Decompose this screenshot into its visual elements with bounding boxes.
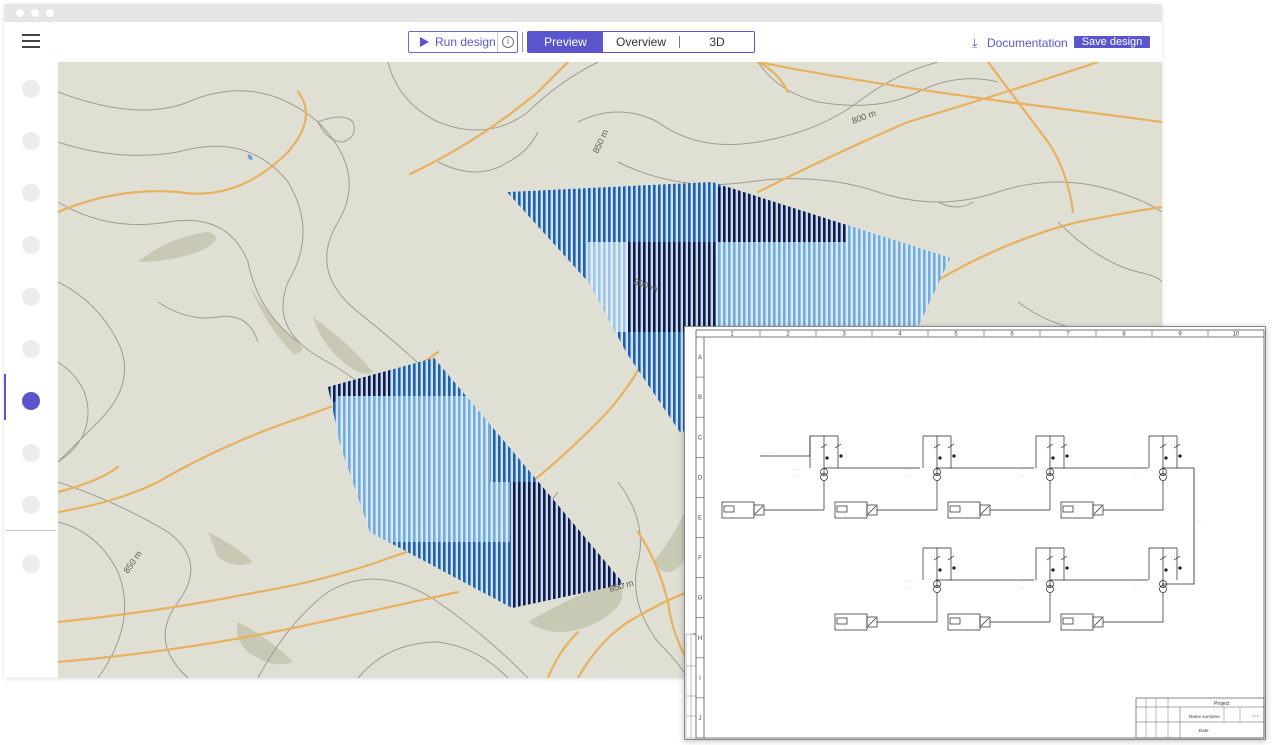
left-sidebar xyxy=(4,62,58,678)
sidebar-item-1[interactable] xyxy=(22,80,40,98)
svg-text:·········: ········· xyxy=(1019,580,1027,583)
sidebar-item-3[interactable] xyxy=(22,184,40,202)
svg-text:·········: ········· xyxy=(1194,520,1202,523)
row-label: A xyxy=(698,355,702,361)
sidebar-item-2[interactable] xyxy=(22,132,40,150)
play-icon xyxy=(420,37,429,47)
row-label: J xyxy=(699,716,702,722)
title-block-date: Date xyxy=(1199,728,1209,733)
water-body xyxy=(247,154,253,160)
svg-text:······: ······ xyxy=(1132,586,1137,589)
run-info-button[interactable]: i xyxy=(497,32,518,52)
download-icon: ⤓ xyxy=(972,36,978,50)
row-label: B xyxy=(698,395,702,401)
run-design-button[interactable]: Run design xyxy=(409,32,497,52)
title-bar xyxy=(4,4,1162,22)
svg-text:······: ······ xyxy=(1019,586,1024,589)
svg-text:·········: ········· xyxy=(1132,468,1140,471)
sidebar-divider xyxy=(6,530,56,531)
window-maximize-dot[interactable] xyxy=(46,9,54,17)
row-label: C xyxy=(698,435,703,441)
single-line-diagram: 1 2 3 4 5 6 7 8 9 10 ABCDEFGHIJ ·················… xyxy=(684,326,1266,740)
row-label: H xyxy=(698,636,702,642)
run-design-label: Run design xyxy=(435,35,496,49)
svg-text:······: ······ xyxy=(793,474,798,477)
svg-text:·········: ········· xyxy=(1019,468,1027,471)
top-toolbar: Run design i Preview Overview 3D ⤓ Docum… xyxy=(4,22,1162,63)
sidebar-item-9[interactable] xyxy=(22,496,40,514)
menu-icon[interactable] xyxy=(22,34,40,48)
row-label: E xyxy=(698,515,702,521)
contour-label: 850 m xyxy=(591,128,611,155)
row-label: G xyxy=(698,596,703,602)
sidebar-item-8[interactable] xyxy=(22,444,40,462)
sidebar-active-indicator xyxy=(4,374,6,420)
tab-preview[interactable]: Preview xyxy=(528,32,603,52)
svg-text:·········: ········· xyxy=(793,468,801,471)
svg-text:·········: ········· xyxy=(906,580,914,583)
svg-text:·········: ········· xyxy=(906,468,914,471)
svg-text:······: ······ xyxy=(1019,474,1024,477)
svg-text:1 / 1: 1 / 1 xyxy=(1252,714,1259,718)
window-close-dot[interactable] xyxy=(16,9,24,17)
column-label: 10 xyxy=(1233,332,1240,338)
svg-text:······: ······ xyxy=(906,474,911,477)
contour-label: 800 m xyxy=(850,108,877,126)
sidebar-item-6[interactable] xyxy=(22,340,40,358)
title-block-name: Name surname xyxy=(1189,714,1220,719)
row-label: D xyxy=(698,475,703,481)
schematic-drawing-sheet[interactable]: 1 2 3 4 5 6 7 8 9 10 ABCDEFGHIJ ········· ······ ··… xyxy=(684,326,1266,740)
sidebar-item-4[interactable] xyxy=(22,236,40,254)
toolbar-divider xyxy=(522,32,523,52)
contour-label: 850 m xyxy=(121,549,144,575)
sidebar-item-10[interactable] xyxy=(22,555,40,573)
tab-overview[interactable]: Overview xyxy=(603,32,679,52)
tab-3d[interactable]: 3D xyxy=(680,32,754,52)
svg-text:·········: ········· xyxy=(1132,580,1140,583)
svg-text:······: ······ xyxy=(1132,474,1137,477)
save-design-button[interactable]: Save design xyxy=(1074,36,1150,48)
sidebar-item-7[interactable] xyxy=(22,392,40,410)
title-block-project: Project xyxy=(1214,701,1230,707)
svg-text:···············: ··············· xyxy=(762,452,775,455)
documentation-label: Documentation xyxy=(987,36,1068,50)
info-icon: i xyxy=(502,36,514,48)
sidebar-item-5[interactable] xyxy=(22,288,40,306)
view-tabs: Preview Overview 3D xyxy=(527,31,755,53)
run-design-group: Run design i xyxy=(408,31,518,53)
svg-text:······: ······ xyxy=(906,586,911,589)
row-label: F xyxy=(698,556,702,562)
solar-array-south xyxy=(328,358,624,608)
window-minimize-dot[interactable] xyxy=(31,9,39,17)
